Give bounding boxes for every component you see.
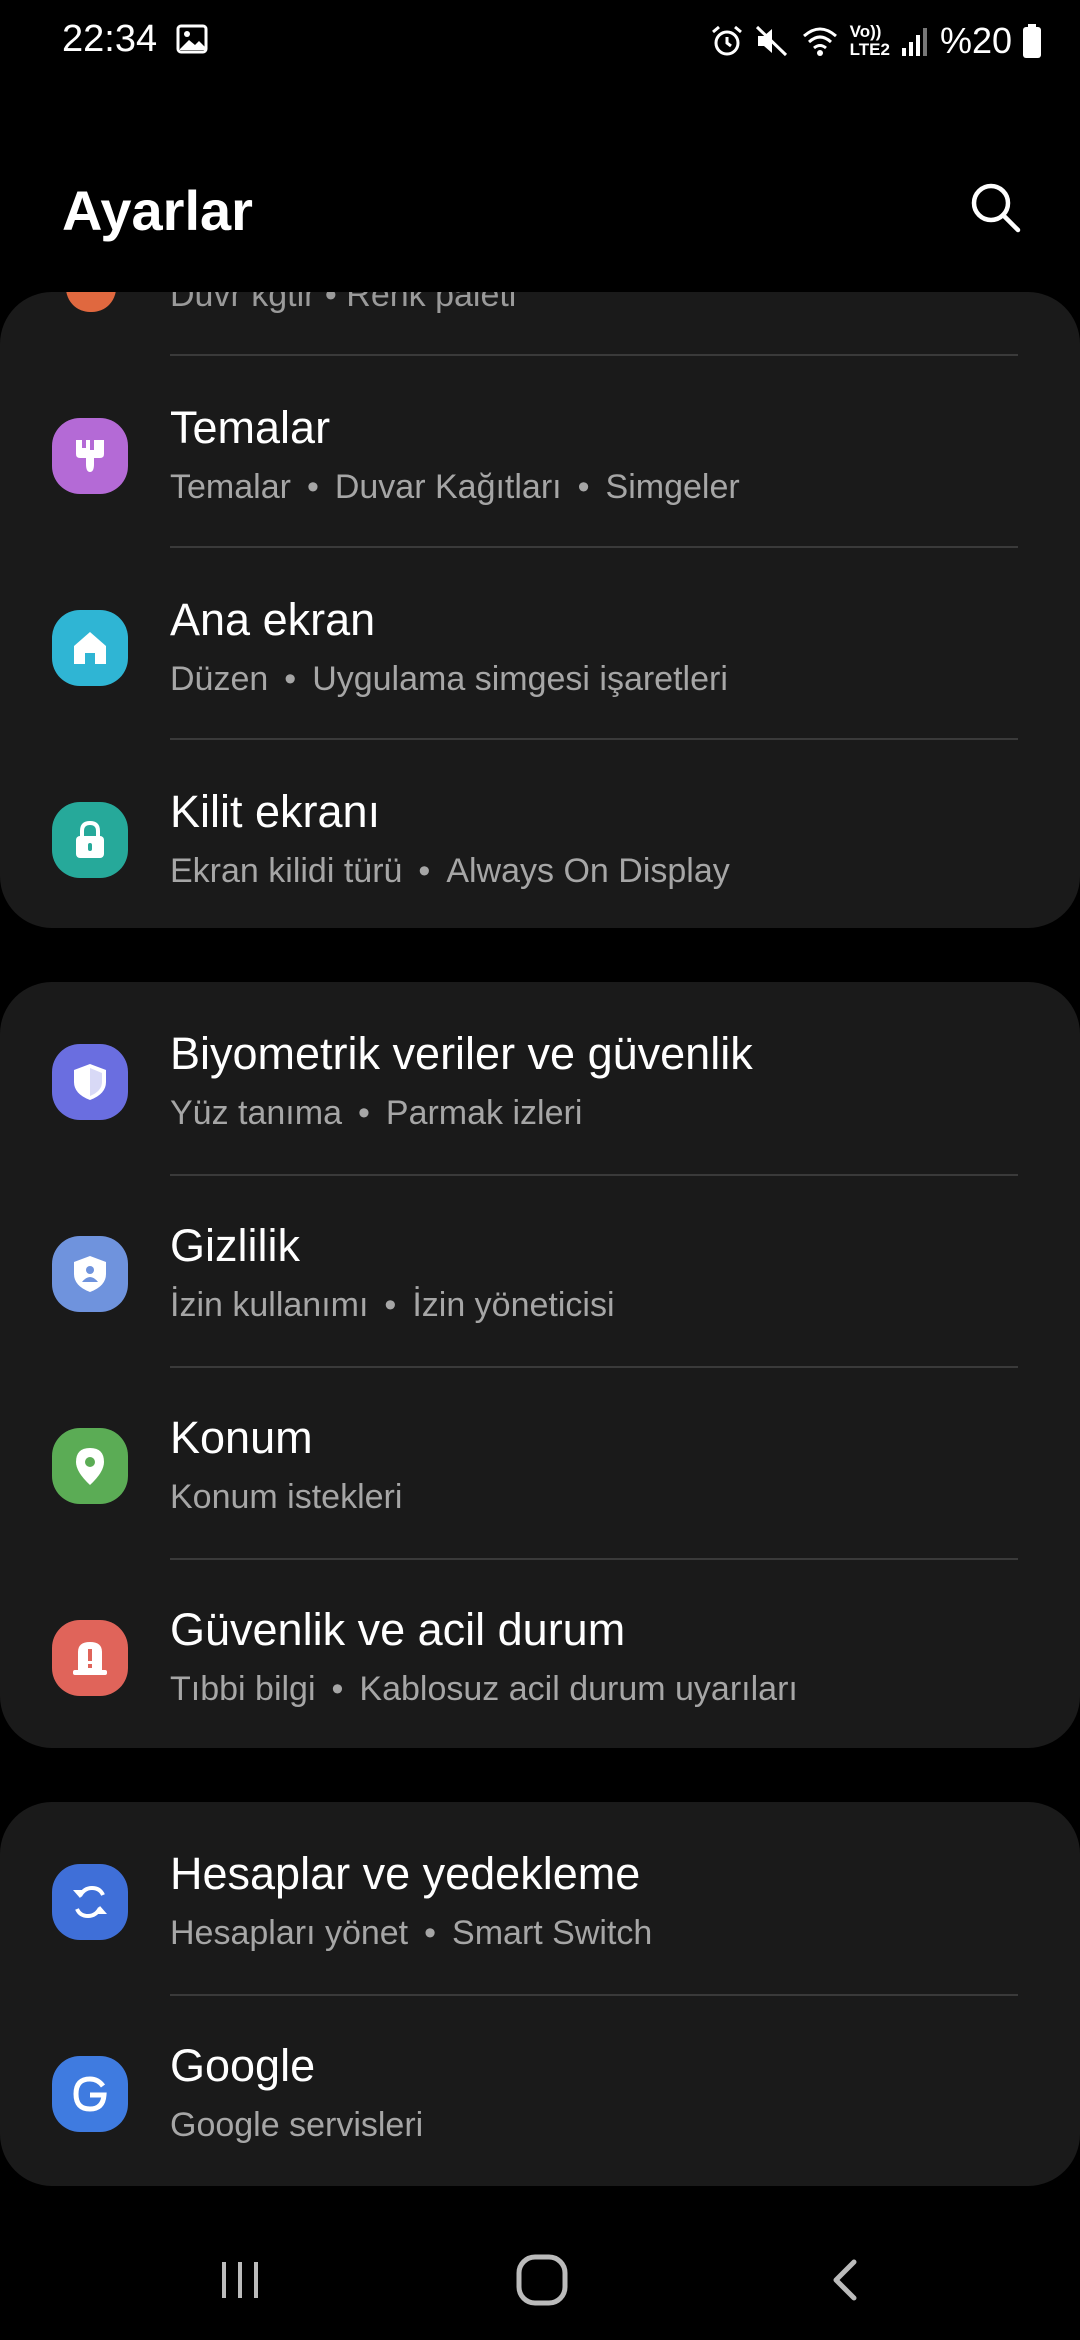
item-subtitle: Google servisleri: [170, 2106, 423, 2145]
settings-item-google[interactable]: Google Google servisleri: [0, 1994, 1080, 2186]
settings-item-hesaplar[interactable]: Hesaplar ve yedekleme Hesapları yönet • Sm…: [0, 1802, 1080, 1994]
sub-part: Parmak izleri: [385, 1094, 583, 1132]
battery-percent: %20: [939, 20, 1012, 61]
item-icon-bg: [52, 610, 128, 686]
item-icon-bg: [52, 418, 128, 494]
item-title: Hesaplar ve yedekleme: [170, 1848, 641, 1899]
settings-item-gizlilik[interactable]: Gizlilik İzin kullanımı • İzin yöneticisi: [0, 1174, 1080, 1366]
battery-icon: [1023, 24, 1041, 58]
brush-icon: [76, 440, 104, 472]
sub-part: Ekran kilidi türü: [170, 852, 403, 890]
item-title: Google: [170, 2040, 316, 2091]
item-title: Ana ekran: [170, 594, 376, 645]
sub-part: Tıbbi bilgi: [170, 1670, 316, 1708]
sub-part: Always On Display: [446, 852, 730, 890]
sub-part: Duvar Kağıtları: [334, 468, 562, 506]
signal-icon: [901, 28, 927, 56]
item-subtitle: Yüz tanıma • Parmak izleri: [170, 1094, 583, 1132]
home-icon: [74, 632, 106, 664]
mute-icon: [755, 25, 787, 57]
page-title: Ayarlar: [62, 179, 253, 242]
lock-icon: [76, 820, 104, 858]
privacy-shield-icon: [74, 1256, 106, 1292]
settings-item-biyometrik[interactable]: Biyometrik veriler ve güvenlik Yüz tanım…: [0, 982, 1080, 1174]
navigation-bar: [0, 2220, 1080, 2340]
item-subtitle: Hesapları yönet • Smart Switch: [170, 1914, 653, 1952]
sub-part: İzin yöneticisi: [412, 1286, 615, 1324]
home-button-icon: [516, 2254, 568, 2306]
back-button[interactable]: [776, 2220, 916, 2340]
recents-button[interactable]: [170, 2220, 310, 2340]
item-icon-bg: [52, 1620, 128, 1696]
item-icon-bg: [52, 1864, 128, 1940]
sub-part: Yüz tanıma: [170, 1094, 342, 1132]
item-subtitle: İzin kullanımı • İzin yöneticisi: [170, 1286, 615, 1324]
wifi-icon: [802, 27, 837, 56]
recents-icon: [222, 2262, 258, 2298]
partial-row-subtitle: Duvr kgtlr • Renk paleti: [170, 292, 517, 314]
settings-item-guvenlik-acil[interactable]: Güvenlik ve acil durum Tıbbi bilgi • Kablo…: [0, 1558, 1080, 1748]
settings-item-kilit-ekrani[interactable]: Kilit ekranı Ekran kilidi türü • Always On…: [0, 740, 1080, 928]
item-icon-bg: [52, 802, 128, 878]
settings-item-ana-ekran[interactable]: Ana ekran Düzen • Uygulama simgesi işaretl…: [0, 548, 1080, 740]
item-icon-bg: [52, 1236, 128, 1312]
volte-label: Vo)): [849, 22, 882, 41]
sub-part: Smart Switch: [452, 1914, 653, 1952]
item-title: Biyometrik veriler ve güvenlik: [170, 1028, 753, 1079]
sub-part: Konum istekleri: [170, 1478, 403, 1516]
item-icon-bg: [52, 1428, 128, 1504]
item-title: Kilit ekranı: [170, 786, 381, 837]
search-icon[interactable]: [964, 176, 1028, 240]
item-title: Konum: [170, 1412, 313, 1463]
back-icon: [833, 2259, 857, 2301]
shield-icon: [74, 1064, 106, 1100]
settings-item-temalar[interactable]: Temalar Temalar • Duvar Kağıtları • Simgeler: [0, 356, 1080, 548]
settings-item-konum[interactable]: Konum Konum istekleri: [0, 1366, 1080, 1558]
sub-part: İzin kullanımı: [170, 1286, 369, 1324]
settings-group-display: Duvr kgtlr • Renk paleti Temalar Temalar…: [0, 292, 1080, 928]
sub-part: Hesapları yönet: [170, 1914, 409, 1952]
item-title: Gizlilik: [170, 1220, 300, 1271]
sub-part: Simgeler: [605, 468, 740, 506]
gallery-notification-icon: [176, 24, 208, 54]
item-subtitle: Tıbbi bilgi • Kablosuz acil durum uyarılar…: [170, 1670, 798, 1708]
status-bar: 22:34 Vo)) LTE2 %20: [0, 0, 1080, 90]
item-icon-bg: [52, 1044, 128, 1120]
item-subtitle: Konum istekleri: [170, 1478, 402, 1517]
item-title: Temalar: [170, 402, 331, 453]
item-subtitle: Ekran kilidi türü • Always On Display: [170, 852, 730, 890]
wallpaper-icon: [66, 292, 116, 312]
sub-part: Temalar: [170, 468, 291, 506]
lte-label: LTE2: [849, 40, 890, 59]
sub-part: Google servisleri: [170, 2106, 424, 2144]
sync-icon: [73, 1885, 107, 1919]
google-icon: [73, 2076, 107, 2112]
item-subtitle: Düzen • Uygulama simgesi işaretleri: [170, 660, 728, 698]
settings-group-accounts: Hesaplar ve yedekleme Hesapları yönet • Sm…: [0, 1802, 1080, 2186]
item-title: Güvenlik ve acil durum: [170, 1604, 626, 1655]
alarm-icon: [711, 25, 742, 56]
sub-part: Uygulama simgesi işaretleri: [312, 660, 728, 698]
location-pin-icon: [76, 1448, 104, 1485]
status-time: 22:34: [62, 18, 158, 60]
sub-part: Kablosuz acil durum uyarıları: [359, 1670, 798, 1708]
sub-part: Düzen: [170, 660, 269, 698]
settings-group-security: Biyometrik veriler ve güvenlik Yüz tanım…: [0, 982, 1080, 1748]
item-icon-bg: [52, 2056, 128, 2132]
network-type-label: Vo)) LTE2: [850, 23, 890, 59]
home-button[interactable]: [472, 2220, 612, 2340]
emergency-alert-icon: [73, 1642, 107, 1675]
item-subtitle: Temalar • Duvar Kağıtları • Simgeler: [170, 468, 740, 506]
